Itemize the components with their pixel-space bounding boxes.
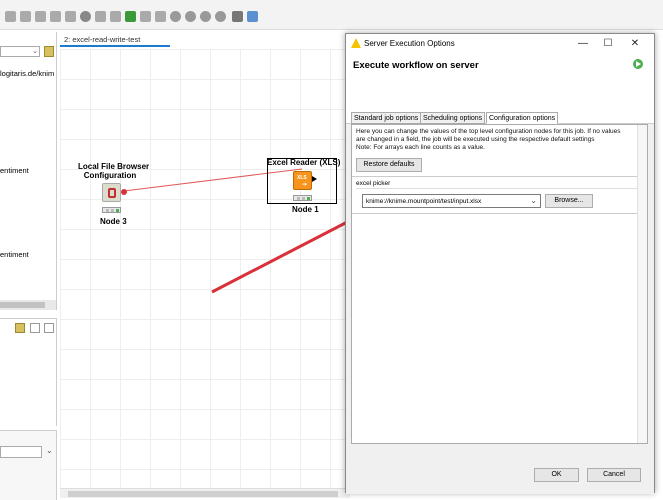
file-icon xyxy=(108,188,116,198)
tab-configuration-options[interactable]: Configuration options xyxy=(486,112,559,124)
run-icon[interactable] xyxy=(633,59,643,69)
dialog-footer: OK Cancel xyxy=(346,454,654,494)
maximize-button[interactable]: ☐ xyxy=(601,37,615,51)
server-execution-dialog: Server Execution Options — ☐ ✕ Execute w… xyxy=(345,33,655,494)
minimize-button[interactable]: — xyxy=(576,37,590,51)
local-file-browser-node[interactable] xyxy=(102,183,121,202)
node-1-title[interactable]: Excel Reader (XLS) xyxy=(267,158,340,167)
chevron-down-icon[interactable]: ⌄ xyxy=(530,196,537,205)
dialog-titlebar[interactable]: Server Execution Options — ☐ ✕ xyxy=(346,34,654,54)
configuration-options-panel: Here you can change the values of the to… xyxy=(351,124,648,444)
output-port-triangle[interactable] xyxy=(312,176,317,182)
node-3-label[interactable]: Node 3 xyxy=(100,217,127,226)
output-port[interactable] xyxy=(121,189,127,195)
tab-standard-job-options[interactable]: Standard job options xyxy=(351,112,422,124)
node-status-indicator xyxy=(293,195,312,201)
node-status-indicator xyxy=(102,207,121,213)
cancel-button[interactable]: Cancel xyxy=(587,468,641,482)
arrow-icon: ➔ xyxy=(302,182,308,188)
excel-picker-label: excel picker xyxy=(356,180,391,187)
ok-button[interactable]: OK xyxy=(534,468,579,482)
node-1-label[interactable]: Node 1 xyxy=(292,205,319,214)
configuration-description: Here you can change the values of the to… xyxy=(356,128,621,151)
browse-button[interactable]: Browse... xyxy=(545,194,593,208)
warning-icon xyxy=(351,38,361,48)
vertical-scrollbar[interactable] xyxy=(637,125,647,443)
restore-defaults-button[interactable]: Restore defaults xyxy=(356,158,422,172)
excel-reader-node[interactable]: XLS ➔ xyxy=(293,171,312,190)
node-3-title[interactable]: Local File Browser Configuration xyxy=(78,162,149,180)
separator xyxy=(356,188,645,189)
close-button[interactable]: ✕ xyxy=(628,37,642,51)
excel-picker-value: knime://knime.mountpoint/test/input.xlsx xyxy=(366,198,482,205)
separator xyxy=(352,213,647,214)
separator xyxy=(352,176,647,177)
excel-picker-select[interactable]: knime://knime.mountpoint/test/input.xlsx… xyxy=(362,194,541,208)
annotation-arrow xyxy=(211,216,356,294)
dialog-heading: Execute workflow on server xyxy=(353,60,479,71)
dialog-title: Server Execution Options xyxy=(364,39,455,48)
tab-scheduling-options[interactable]: Scheduling options xyxy=(420,112,486,124)
